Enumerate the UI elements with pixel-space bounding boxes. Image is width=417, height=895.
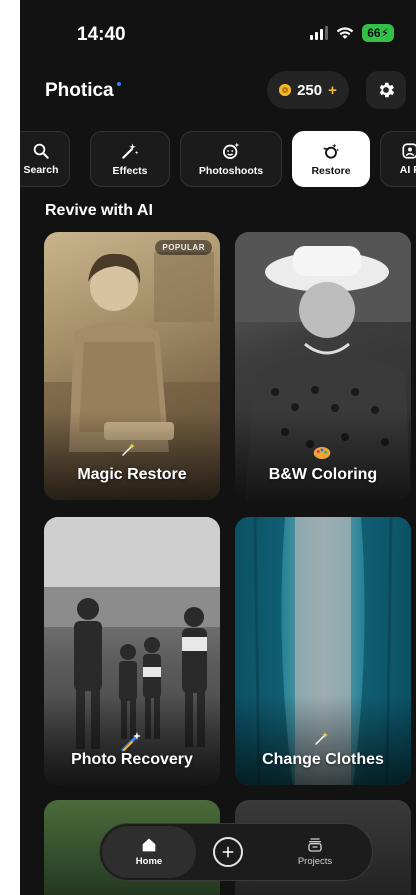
popular-badge: POPULAR	[155, 240, 212, 255]
nav-home-label: Home	[135, 856, 163, 867]
status-indicators: 66⚡	[310, 24, 394, 42]
coin-icon	[279, 84, 292, 96]
coins-button[interactable]: 250 +	[267, 71, 349, 109]
section-title: Revive with AI	[45, 202, 153, 219]
app-name: Photica	[45, 80, 114, 101]
gear-icon	[379, 82, 395, 98]
signal-icon	[310, 26, 329, 40]
restore-brush-icon	[323, 143, 340, 159]
tab-ai-portraits-label: AI P	[399, 164, 416, 176]
charging-icon: ⚡	[380, 26, 389, 40]
card-bw-coloring[interactable]: B&W Coloring	[235, 232, 411, 500]
nav-projects-label: Projects	[297, 856, 333, 867]
battery-level: 66	[367, 26, 381, 40]
projects-stack-icon	[308, 838, 322, 852]
tab-effects-label: Effects	[112, 165, 148, 177]
home-icon	[142, 838, 156, 852]
tab-restore-label: Restore	[311, 165, 351, 177]
camera-face-icon	[223, 142, 240, 159]
magic-wand-icon	[122, 143, 139, 159]
status-time: 14:40	[77, 24, 126, 45]
card-label: Photo Recovery	[71, 751, 193, 768]
battery-indicator: 66⚡	[362, 24, 394, 42]
tab-ai-portraits[interactable]: AI P	[380, 131, 416, 187]
coin-balance: 250	[297, 81, 323, 99]
nav-home[interactable]: Home	[102, 826, 196, 878]
card-change-clothes[interactable]: Change Clothes	[235, 517, 411, 785]
tab-search-label: Search	[23, 164, 59, 176]
wifi-icon	[337, 27, 354, 39]
card-label: B&W Coloring	[268, 466, 378, 483]
logo-dot	[116, 82, 121, 86]
palette-icon	[313, 446, 331, 465]
create-button[interactable]	[213, 837, 243, 867]
card-photo-recovery[interactable]: Photo Recovery	[44, 517, 220, 785]
app-logo: Photica	[45, 80, 121, 102]
bottom-navigation: Home Projects	[99, 823, 373, 881]
wand-sparkle-icon	[313, 729, 331, 752]
settings-button[interactable]	[366, 71, 406, 109]
app-screen: 14:40 66⚡ Photica 250 + Search Effects P…	[20, 0, 416, 895]
tab-photoshoots[interactable]: Photoshoots	[180, 131, 282, 187]
card-label: Magic Restore	[77, 466, 187, 483]
tab-effects[interactable]: Effects	[90, 131, 170, 187]
tab-search[interactable]: Search	[20, 131, 70, 187]
card-magic-restore[interactable]: POPULAR Magic Restore	[44, 232, 220, 500]
ai-portrait-icon	[402, 143, 416, 159]
tab-photoshoots-label: Photoshoots	[198, 165, 264, 177]
add-coins-icon: +	[328, 81, 337, 99]
card-label: Change Clothes	[262, 751, 384, 768]
wand-sparkle-icon	[120, 440, 138, 463]
plus-icon	[222, 846, 234, 858]
search-icon	[33, 143, 49, 159]
nav-projects[interactable]: Projects	[268, 826, 362, 878]
tab-restore[interactable]: Restore	[292, 131, 370, 187]
